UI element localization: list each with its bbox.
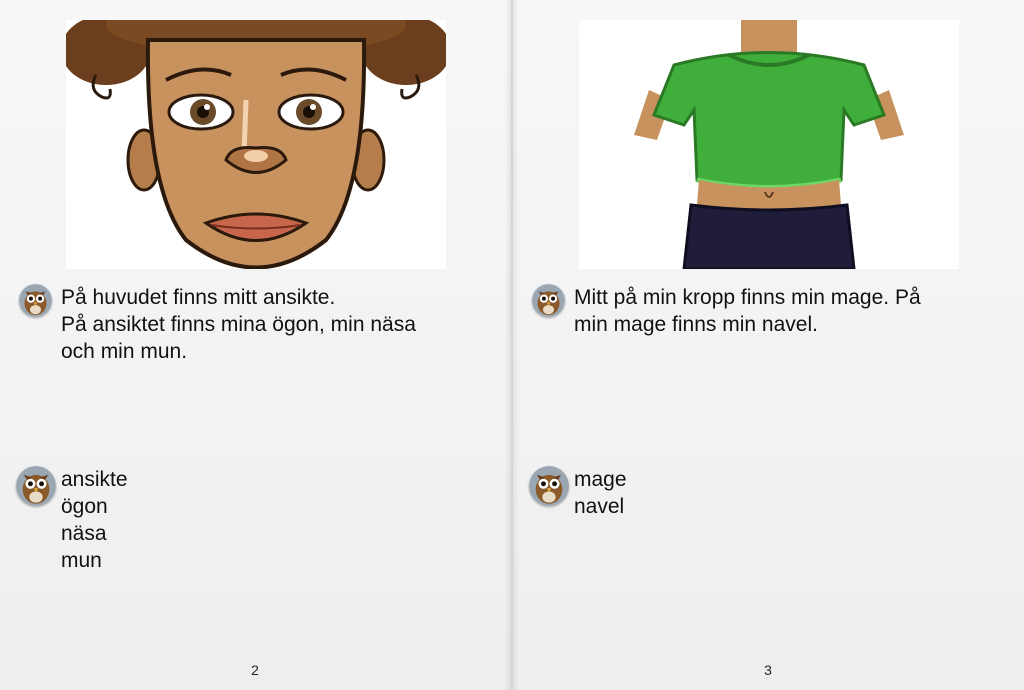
left-page: På huvudet finns mitt ansikte. På ansikt… <box>0 0 511 690</box>
owl-icon <box>19 284 52 317</box>
face-illustration <box>66 20 446 269</box>
page-number: 3 <box>764 662 772 678</box>
paragraph-text: På huvudet finns mitt ansikte. På ansikt… <box>61 284 481 365</box>
word-list-item: ögon <box>61 495 108 518</box>
owl-audio-button-wordlist[interactable] <box>16 466 56 506</box>
word-list-item: mun <box>61 549 102 572</box>
page-number: 2 <box>251 662 259 678</box>
paragraph-line: min mage finns min navel. <box>574 313 818 336</box>
word-list: mage navel <box>574 466 994 520</box>
paragraph-text: Mitt på min kropp finns min mage. På min… <box>574 284 994 338</box>
paragraph-line: Mitt på min kropp finns min mage. På <box>574 286 921 309</box>
word-list-item: navel <box>574 495 625 518</box>
paragraph-line: På huvudet finns mitt ansikte. <box>61 286 336 309</box>
face-image <box>66 20 446 269</box>
right-page: Mitt på min kropp finns min mage. På min… <box>513 0 1024 690</box>
word-list-item: näsa <box>61 522 107 545</box>
book-spine <box>505 0 519 690</box>
torso-image <box>634 20 904 269</box>
paragraph-line: På ansiktet finns mina ögon, min näsa <box>61 313 416 336</box>
word-list: ansikte ögon näsa mun <box>61 466 481 574</box>
owl-audio-button-paragraph[interactable] <box>532 284 565 317</box>
torso-illustration <box>579 20 959 269</box>
owl-icon <box>532 284 565 317</box>
owl-icon <box>16 466 56 506</box>
owl-audio-button-wordlist[interactable] <box>529 466 569 506</box>
word-list-item: ansikte <box>61 468 128 491</box>
owl-audio-button-paragraph[interactable] <box>19 284 52 317</box>
owl-icon <box>529 466 569 506</box>
paragraph-line: och min mun. <box>61 340 188 363</box>
word-list-item: mage <box>574 468 627 491</box>
